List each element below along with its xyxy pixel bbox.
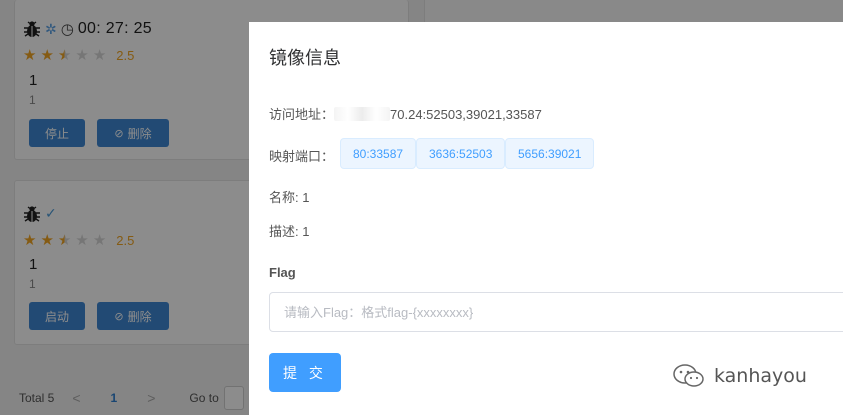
image-name: 名称: 1 [269,190,310,205]
flag-input[interactable] [269,292,843,332]
dialog-title: 镜像信息 [269,48,341,68]
watermark-text: kanhayou [714,365,807,387]
wechat-icon [673,364,704,387]
port-tag: 5656:39021 [505,138,595,169]
port-tag: 80:33587 [340,138,417,169]
image-description: 描述: 1 [269,224,310,239]
port-tag: 3636:52503 [416,138,506,169]
access-address-value: 70.24:52503,39021,33587 [390,107,542,122]
mapped-ports-label: 映射端口： [269,149,335,164]
redacted-address [334,107,391,121]
flag-label: Flag [269,265,296,280]
submit-button-label: 提 交 [283,364,327,381]
watermark: kanhayou [672,363,807,389]
access-address-label: 访问地址： [269,107,335,122]
access-address-row: 访问地址： 70.24:52503,39021,33587 [269,104,542,123]
image-info-dialog: 镜像信息 访问地址： 70.24:52503,39021,33587 映射端口： … [249,22,843,415]
submit-button[interactable]: 提 交 [269,353,341,392]
